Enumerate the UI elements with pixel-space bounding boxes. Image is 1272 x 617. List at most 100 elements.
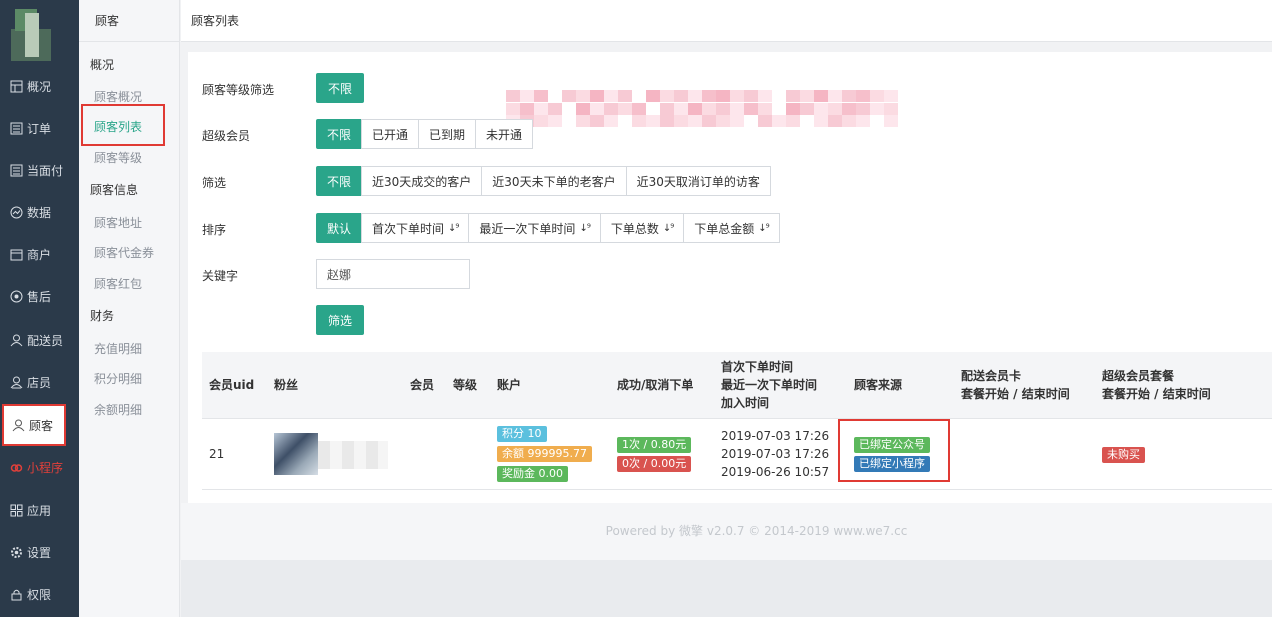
nav-label: 当面付 [27, 163, 64, 178]
filter-options: 不限 近30天成交的客户 近30天未下单的老客户 近30天取消订单的访客 [316, 166, 771, 196]
courier-icon [9, 333, 23, 347]
aftersale-icon [9, 289, 23, 303]
sort-label: 排序 [202, 223, 227, 237]
highlight-box-source [838, 419, 950, 482]
subnav-item-customer-level[interactable]: 顾客等级 [94, 149, 142, 166]
nav-label: 设置 [27, 545, 52, 560]
nav-item-face-pay[interactable]: 当面付 [0, 149, 79, 191]
overview-icon [9, 79, 23, 93]
nav-label: 数据 [27, 205, 52, 220]
subnav-group-finance: 财务 [90, 309, 115, 323]
nav-item-customer[interactable]: 顾客 [2, 404, 66, 446]
nav-label: 订单 [27, 121, 52, 136]
sort-order-icon: ↓⁹ [758, 222, 769, 234]
nav-item-aftersale[interactable]: 售后 [0, 275, 79, 317]
col-member: 会员 [410, 378, 435, 392]
balance-badge: 余额 999995.77 [497, 446, 592, 462]
filter-opt-cancelled[interactable]: 近30天取消订单的访客 [625, 166, 771, 196]
nav-label: 配送员 [27, 333, 64, 348]
filter-label: 筛选 [202, 176, 227, 190]
filter-submit-button[interactable]: 筛选 [316, 305, 365, 335]
bonus-badge: 奖励金 0.00 [497, 466, 568, 482]
nav-item-settings[interactable]: 设置 [0, 531, 79, 573]
subnav-item-customer-redpacket[interactable]: 顾客红包 [94, 275, 142, 292]
success-orders-badge: 1次 / 0.80元 [617, 437, 692, 453]
face-pay-icon [9, 163, 23, 177]
table-row[interactable]: 21 积分 10 余额 999995.77 奖励金 0.00 1次 / 0.80… [202, 419, 1272, 490]
col-first-time: 首次下单时间 [721, 360, 794, 374]
level-filter-label: 顾客等级筛选 [202, 83, 275, 97]
super-status-badge: 未购买 [1102, 447, 1145, 463]
sort-opt-label: 下单总数 [610, 221, 659, 236]
sort-opt-label: 下单总金额 [694, 221, 755, 236]
page-bottom [181, 560, 1272, 617]
col-join-time: 加入时间 [721, 396, 770, 410]
blurred-level-options [506, 90, 900, 128]
subnav-item-points[interactable]: 积分明细 [94, 370, 142, 387]
page-title: 顾客列表 [181, 0, 1272, 42]
nav-label: 店员 [27, 375, 52, 390]
nav-item-courier[interactable]: 配送员 [0, 319, 79, 361]
subnav-item-balance[interactable]: 余额明细 [94, 401, 142, 418]
super-opt-not-opened[interactable]: 未开通 [475, 119, 534, 149]
super-member-label: 超级会员 [202, 129, 251, 143]
keyword-input[interactable] [316, 259, 470, 289]
super-opt-expired[interactable]: 已到期 [418, 119, 477, 149]
data-icon [9, 205, 23, 219]
subnav-group-overview: 概况 [90, 58, 115, 72]
filter-panel: 顾客等级筛选 不限 超级会员 不限 已开通 已到期 未开通 筛选 不限 近30天… [188, 52, 1272, 503]
nav-item-clerk[interactable]: 店员 [0, 361, 79, 403]
nav-item-permission[interactable]: 权限 [0, 573, 79, 615]
cancel-orders-badge: 0次 / 0.00元 [617, 456, 692, 472]
nav-label: 应用 [27, 503, 52, 518]
sort-opt-default[interactable]: 默认 [316, 213, 363, 243]
col-last-time: 最近一次下单时间 [721, 378, 818, 392]
table-header: 会员uid 粉丝 会员 等级 账户 成功/取消下单 首次下单时间 最近一次下单时… [202, 352, 1272, 419]
subnav-item-customer-voucher[interactable]: 顾客代金券 [94, 244, 154, 261]
customer-icon [11, 418, 25, 432]
super-opt-opened[interactable]: 已开通 [361, 119, 420, 149]
sort-opt-last-order[interactable]: 最近一次下单时间 ↓⁹ [468, 213, 601, 243]
level-filter-unlimited-button[interactable]: 不限 [316, 73, 365, 103]
join-time: 2019-06-26 10:57 [721, 465, 830, 479]
nav-item-apps[interactable]: 应用 [0, 489, 79, 531]
nav-label: 小程序 [27, 460, 64, 475]
nav-item-order[interactable]: 订单 [0, 107, 79, 149]
subnav-group-customer-info: 顾客信息 [90, 183, 139, 197]
nav-item-miniprogram[interactable]: 小程序 [0, 446, 79, 488]
order-icon [9, 121, 23, 135]
super-member-options: 不限 已开通 已到期 未开通 [316, 119, 534, 149]
subnav-item-customer-overview[interactable]: 顾客概况 [94, 88, 142, 105]
clerk-icon [9, 375, 23, 389]
sort-opt-first-order[interactable]: 首次下单时间 ↓⁹ [361, 213, 470, 243]
filter-opt-recent-deal[interactable]: 近30天成交的客户 [361, 166, 483, 196]
nav-label: 概况 [27, 79, 52, 94]
nav-label: 权限 [27, 587, 52, 602]
settings-icon [9, 545, 23, 559]
subnav-title: 顾客 [79, 0, 179, 42]
col-super-package: 超级会员套餐 [1102, 369, 1175, 383]
avatar [274, 433, 318, 475]
nav-label: 商户 [27, 247, 52, 262]
nav-item-merchant[interactable]: 商户 [0, 233, 79, 275]
footer: Powered by 微擎 v2.0.7 © 2014-2019 www.we7… [181, 503, 1272, 560]
col-orders: 成功/取消下单 [617, 378, 694, 392]
first-order-time: 2019-07-03 17:26 [721, 429, 830, 443]
sub-nav: 顾客 概况 顾客概况 顾客列表 顾客等级 顾客信息 顾客地址 顾客代金券 顾客红… [79, 0, 180, 617]
nav-item-overview[interactable]: 概况 [0, 65, 79, 107]
subnav-item-customer-address[interactable]: 顾客地址 [94, 214, 142, 231]
col-level: 等级 [453, 378, 478, 392]
nav-item-data[interactable]: 数据 [0, 191, 79, 233]
sort-options: 默认 首次下单时间 ↓⁹ 最近一次下单时间 ↓⁹ 下单总数 ↓⁹ 下单总金额 ↓⁹ [316, 213, 780, 243]
keyword-label: 关键字 [202, 269, 239, 283]
merchant-icon [9, 247, 23, 261]
filter-opt-inactive-old[interactable]: 近30天未下单的老客户 [481, 166, 627, 196]
sort-opt-order-count[interactable]: 下单总数 ↓⁹ [599, 213, 685, 243]
filter-opt-unlimited[interactable]: 不限 [316, 166, 363, 196]
subnav-item-recharge[interactable]: 充值明细 [94, 340, 142, 357]
sort-opt-order-amount[interactable]: 下单总金额 ↓⁹ [683, 213, 780, 243]
last-order-time: 2019-07-03 17:26 [721, 447, 830, 461]
super-opt-unlimited[interactable]: 不限 [316, 119, 363, 149]
permission-icon [9, 587, 23, 601]
col-account: 账户 [497, 378, 522, 392]
